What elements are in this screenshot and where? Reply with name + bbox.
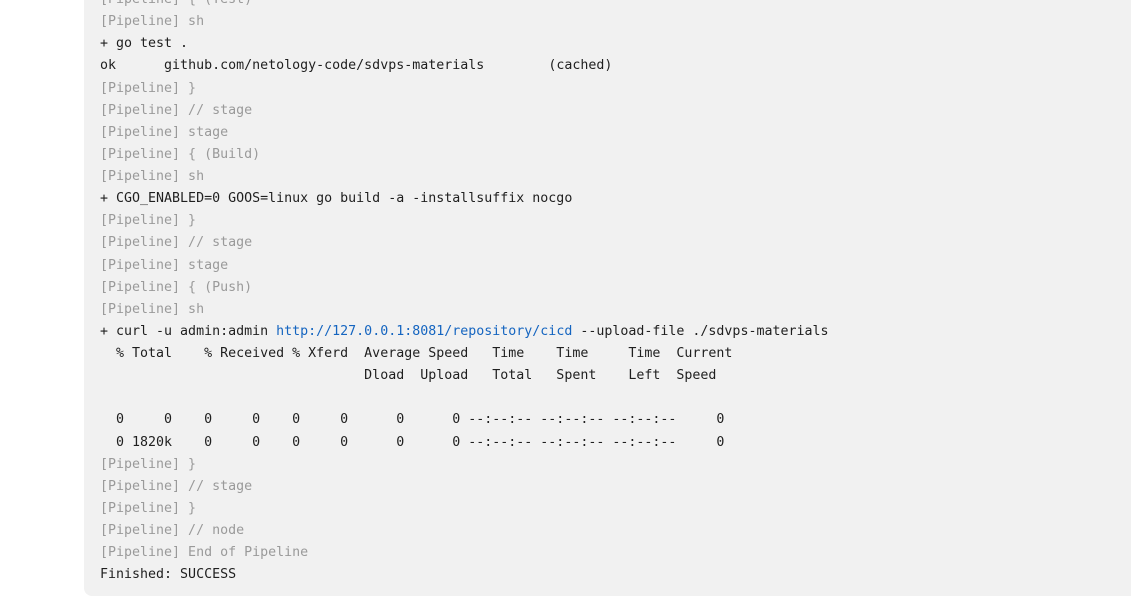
pipeline-step-line: [Pipeline] // stage <box>100 235 253 251</box>
console-output-panel: [Pipeline] { (Test) [Pipeline] sh + go tes… <box>84 0 1131 596</box>
pipeline-step-line: [Pipeline] End of Pipeline <box>100 545 309 561</box>
command-output-line: % Total % Received % Xferd Average Speed… <box>100 346 733 361</box>
command-output-line: 0 1820k 0 0 0 0 0 0 --:--:-- --:--:-- --… <box>100 434 725 450</box>
pipeline-step-line: [Pipeline] sh <box>100 301 205 317</box>
pipeline-step-line: [Pipeline] } <box>100 500 197 516</box>
pipeline-step-line: [Pipeline] { (Test) <box>100 0 829 11</box>
pipeline-step-line: [Pipeline] // node <box>100 523 245 538</box>
pipeline-step-line: [Pipeline] sh <box>100 14 205 30</box>
pipeline-step-line: [Pipeline] // stage <box>100 478 253 494</box>
repository-url-link[interactable]: http://127.0.0.1:8081/repository/cicd <box>276 324 572 339</box>
command-output-line: + go test . <box>100 36 189 52</box>
pipeline-step-line: [Pipeline] stage <box>100 257 229 273</box>
pipeline-step-line: [Pipeline] } <box>100 80 197 96</box>
pipeline-step-line: [Pipeline] stage <box>100 124 229 140</box>
command-output-line: + CGO_ENABLED=0 GOOS=linux go build -a -… <box>100 191 573 207</box>
command-output-line: Dload Upload Total Spent Left Speed <box>100 368 717 384</box>
pipeline-step-line: [Pipeline] { (Push) <box>100 279 253 295</box>
pipeline-step-line: [Pipeline] { (Build) <box>100 146 261 162</box>
command-text: + curl -u admin:admin <box>100 323 277 339</box>
command-output-line: ok github.com/netology-code/sdvps-materi… <box>100 58 613 74</box>
pipeline-step-line: [Pipeline] } <box>100 213 197 229</box>
pipeline-step-line: [Pipeline] } <box>100 456 197 472</box>
pipeline-step-line: [Pipeline] // stage <box>100 102 253 118</box>
command-output-line <box>100 387 829 409</box>
command-output-line: 0 0 0 0 0 0 0 0 --:--:-- --:--:-- --:--:… <box>100 412 725 428</box>
command-line: + curl -u admin:admin http://127.0.0.1:8… <box>100 321 829 343</box>
console-log: [Pipeline] { (Test) [Pipeline] sh + go tes… <box>100 0 829 586</box>
command-text: --upload-file ./sdvps-materials <box>572 323 829 339</box>
pipeline-step-line: [Pipeline] sh <box>100 169 205 184</box>
build-result-line: Finished: SUCCESS <box>100 567 237 583</box>
